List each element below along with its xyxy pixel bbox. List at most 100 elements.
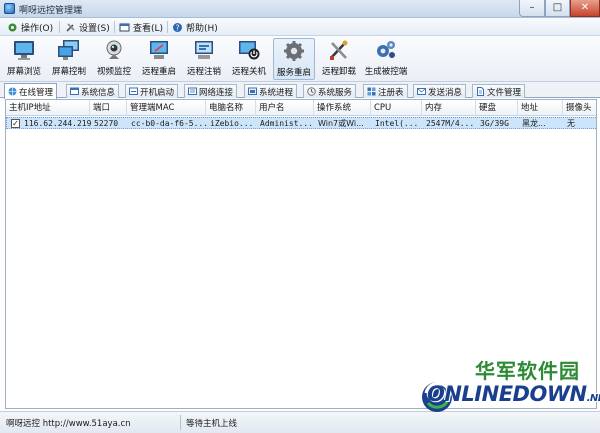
tab-service[interactable]: 系统服务 <box>303 84 357 98</box>
column-header[interactable]: 地址 <box>518 100 563 116</box>
close-button[interactable]: ✕ <box>570 0 600 17</box>
menu-settings-label: 设置(S) <box>79 23 110 34</box>
remote-shutdown-label: 远程关机 <box>231 67 266 77</box>
remote-logoff-button[interactable]: 远程注销 <box>183 38 225 80</box>
tab-file-manage[interactable]: 文件管理 <box>472 84 526 98</box>
menu-settings[interactable]: 设置(S) <box>65 20 110 34</box>
gear-menu-icon <box>8 23 17 31</box>
service-restart-button[interactable]: 服务重启 <box>273 38 315 80</box>
menu-separator <box>167 21 168 33</box>
cell-mac: cc-b0-da-f6-5... <box>131 119 207 128</box>
menu-operate-label: 操作(O) <box>21 23 54 34</box>
menu-bar: 操作(O) 设置(S) 查看(L) ? 帮助(H) <box>0 18 600 36</box>
status-app-url: 啊呀远控 http://www.51aya.cn <box>6 419 131 429</box>
restart-icon <box>150 41 168 59</box>
tab-system-info-label: 系统信息 <box>81 87 116 98</box>
watermark-en: ONLINEDOWN.NET <box>427 382 600 406</box>
title-bar: 啊呀远控管理端 – □ ✕ <box>0 0 600 18</box>
window-icon <box>119 23 130 31</box>
process-icon <box>248 87 257 95</box>
toolbar: 屏幕浏览 屏幕控制 视频监控 远程重启 远程注销 远程关机 服务重启 远程卸载 … <box>0 36 600 82</box>
table-header: 主机IP地址 端口 管理端MAC 电脑名称 用户名 操作系统 CPU 内存 硬盘… <box>6 100 596 116</box>
shutdown-icon <box>239 41 260 60</box>
screen-control-button[interactable]: 屏幕控制 <box>48 38 90 80</box>
menu-separator <box>114 21 115 33</box>
tab-process[interactable]: 系统进程 <box>244 84 298 98</box>
tab-online-manage[interactable]: 在线管理 <box>4 83 58 99</box>
maximize-button[interactable]: □ <box>545 0 570 17</box>
menu-help-label: 帮助(H) <box>186 23 218 34</box>
cell-computer-name: iZebio... <box>210 119 254 128</box>
remote-logoff-label: 远程注销 <box>186 67 221 77</box>
screen-control-icon <box>58 40 79 60</box>
minimize-button[interactable]: – <box>519 0 545 17</box>
svg-text:?: ? <box>176 23 180 32</box>
screen-browse-label: 屏幕浏览 <box>6 67 41 77</box>
file-icon <box>477 87 484 96</box>
watermark-cn: 华军软件园 <box>475 359 580 383</box>
build-gears-icon <box>377 41 395 58</box>
menu-separator <box>59 21 60 33</box>
menu-view[interactable]: 查看(L) <box>119 20 163 34</box>
globe-icon <box>8 87 17 96</box>
column-header[interactable]: 内存 <box>422 100 476 116</box>
cell-os: Win7或Wi... <box>318 119 364 128</box>
remote-uninstall-label: 远程卸载 <box>321 67 356 77</box>
menu-help[interactable]: ? 帮助(H) <box>172 20 218 34</box>
table-row[interactable]: ✓ 116.62.244.219 52270 cc-b0-da-f6-5... … <box>6 117 596 129</box>
logoff-icon <box>195 41 213 59</box>
column-header[interactable]: 端口 <box>90 100 127 116</box>
menu-operate[interactable]: 操作(O) <box>7 20 53 34</box>
row-checkbox[interactable]: ✓ <box>11 119 20 128</box>
remote-uninstall-button[interactable]: 远程卸载 <box>318 38 360 80</box>
service-restart-label: 服务重启 <box>276 68 311 78</box>
tab-file-manage-label: 文件管理 <box>487 87 522 98</box>
tab-send-message-label: 发送消息 <box>428 87 463 98</box>
menu-view-label: 查看(L) <box>133 23 164 34</box>
remote-restart-button[interactable]: 远程重启 <box>138 38 180 80</box>
tab-registry-label: 注册表 <box>378 87 404 98</box>
column-header[interactable]: 硬盘 <box>476 100 518 116</box>
video-monitor-label: 视频监控 <box>96 67 131 77</box>
build-client-button[interactable]: 生成被控端 <box>362 38 410 80</box>
uninstall-icon <box>330 40 348 60</box>
watermark-en-suffix: .NET <box>586 393 600 404</box>
column-header[interactable]: 操作系统 <box>314 100 371 116</box>
tab-startup-label: 开机启动 <box>140 87 175 98</box>
startup-icon <box>129 87 138 95</box>
tab-startup[interactable]: 开机启动 <box>125 84 179 98</box>
tab-network-label: 网络连接 <box>199 87 234 98</box>
tab-system-info[interactable]: 系统信息 <box>66 84 120 98</box>
webcam-icon <box>106 40 122 59</box>
remote-shutdown-button[interactable]: 远程关机 <box>228 38 270 80</box>
tab-send-message[interactable]: 发送消息 <box>413 84 467 98</box>
network-icon <box>188 87 197 95</box>
cell-port: 52270 <box>94 119 119 128</box>
message-icon <box>417 88 426 95</box>
cell-username: Administ... <box>260 119 313 128</box>
screen-control-label: 屏幕控制 <box>51 67 86 77</box>
column-header[interactable]: 电脑名称 <box>206 100 256 116</box>
service-icon <box>307 87 316 96</box>
cell-disk: 3G/39G <box>480 119 509 128</box>
column-header[interactable]: 管理端MAC <box>127 100 206 116</box>
tab-network[interactable]: 网络连接 <box>184 84 238 98</box>
monitor-icon <box>14 41 34 60</box>
column-header[interactable]: 主机IP地址 <box>6 100 90 116</box>
column-header[interactable]: CPU <box>371 100 422 116</box>
tab-bar: 在线管理 系统信息 开机启动 网络连接 系统进程 系统服务 注册表 发送消息 文… <box>0 82 600 99</box>
tab-registry[interactable]: 注册表 <box>363 84 408 98</box>
tab-online-manage-label: 在线管理 <box>19 87 54 98</box>
status-message: 等待主机上线 <box>186 419 238 429</box>
column-header[interactable]: 摄像头 <box>563 100 596 116</box>
help-icon: ? <box>173 22 182 32</box>
status-separator <box>180 415 181 430</box>
column-header[interactable]: 用户名 <box>256 100 314 116</box>
screen-browse-button[interactable]: 屏幕浏览 <box>3 38 45 80</box>
info-icon <box>70 87 79 95</box>
cell-camera: 无 <box>567 119 575 128</box>
service-gear-icon <box>284 41 304 61</box>
tools-icon <box>66 22 75 32</box>
remote-restart-label: 远程重启 <box>141 67 176 77</box>
video-monitor-button[interactable]: 视频监控 <box>93 38 135 80</box>
